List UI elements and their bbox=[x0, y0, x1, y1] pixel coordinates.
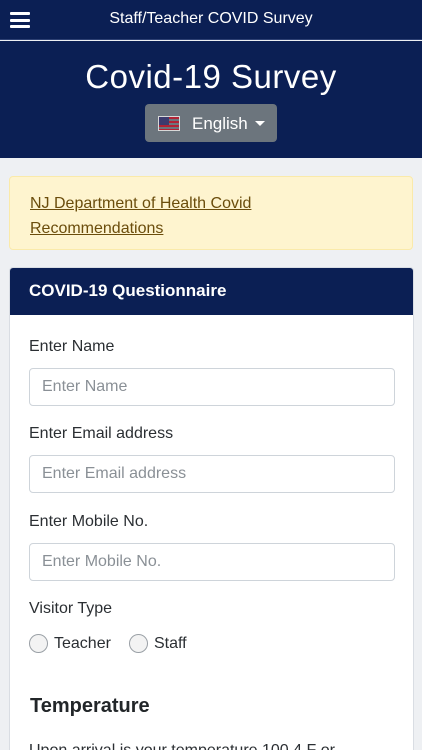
temperature-section-title: Temperature bbox=[30, 695, 150, 717]
email-label: Enter Email address bbox=[29, 425, 174, 442]
health-alert-banner: NJ Department of Health Covid Recommenda… bbox=[9, 176, 413, 250]
us-flag-icon bbox=[158, 116, 180, 131]
temperature-question: Upon arrival is your temperature 100.4 F… bbox=[29, 740, 389, 750]
questionnaire-card: COVID-19 Questionnaire Enter Name Enter … bbox=[9, 267, 414, 750]
nj-health-recommendations-link[interactable]: NJ Department of Health Covid Recommenda… bbox=[30, 191, 330, 241]
language-label: English bbox=[192, 114, 248, 133]
staff-radio[interactable] bbox=[129, 634, 148, 653]
questionnaire-header: COVID-19 Questionnaire bbox=[10, 268, 413, 315]
mobile-label: Enter Mobile No. bbox=[29, 513, 149, 530]
top-app-bar: Staff/Teacher COVID Survey bbox=[0, 0, 422, 40]
page-title: Covid-19 Survey bbox=[85, 58, 337, 95]
questionnaire-title: COVID-19 Questionnaire bbox=[29, 281, 227, 300]
language-dropdown-button[interactable]: English bbox=[145, 104, 277, 142]
mobile-input[interactable] bbox=[29, 543, 395, 581]
visitor-type-label: Visitor Type bbox=[29, 600, 113, 617]
app-title: Staff/Teacher COVID Survey bbox=[109, 10, 313, 27]
teacher-radio[interactable] bbox=[29, 634, 48, 653]
name-label: Enter Name bbox=[29, 338, 115, 355]
teacher-radio-label[interactable]: Teacher bbox=[54, 635, 111, 653]
survey-header: Covid-19 Survey English bbox=[0, 41, 422, 158]
email-input[interactable] bbox=[29, 455, 395, 493]
name-input[interactable] bbox=[29, 368, 395, 406]
staff-radio-label[interactable]: Staff bbox=[154, 635, 187, 653]
caret-down-icon bbox=[255, 121, 265, 126]
